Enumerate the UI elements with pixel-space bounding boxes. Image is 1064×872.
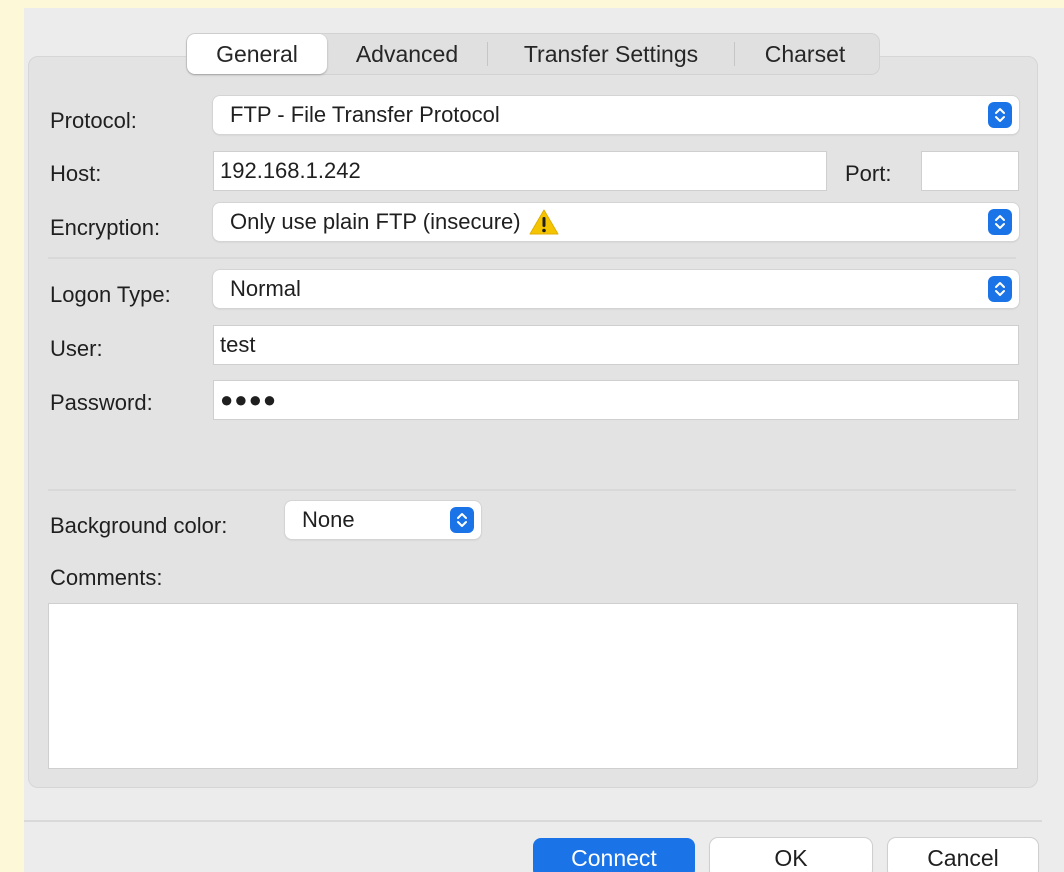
tab-bar: General Advanced Transfer Settings Chars… bbox=[186, 33, 880, 75]
cancel-button[interactable]: Cancel bbox=[888, 838, 1038, 872]
ok-button[interactable]: OK bbox=[710, 838, 872, 872]
tab-charset-label: Charset bbox=[764, 40, 846, 67]
tab-general-label: General bbox=[216, 40, 298, 67]
tab-general[interactable]: General bbox=[187, 34, 327, 74]
tab-transfer-settings-label: Transfer Settings bbox=[523, 40, 699, 67]
warning-triangle-icon bbox=[529, 209, 559, 235]
host-label: Host: bbox=[50, 161, 102, 186]
tab-advanced[interactable]: Advanced bbox=[327, 34, 487, 74]
tab-advanced-label: Advanced bbox=[355, 40, 459, 67]
encryption-select-value: Only use plain FTP (insecure) bbox=[230, 209, 521, 234]
logon-type-select-value: Normal bbox=[230, 276, 301, 301]
footer-divider bbox=[24, 820, 1042, 822]
user-label: User: bbox=[50, 336, 103, 361]
encryption-select[interactable]: Only use plain FTP (insecure) bbox=[213, 203, 1019, 241]
logon-type-label: Logon Type: bbox=[50, 282, 171, 307]
window-left-edge bbox=[0, 0, 24, 872]
connect-button[interactable]: Connect bbox=[533, 838, 695, 872]
comments-label: Comments: bbox=[50, 565, 163, 590]
protocol-select-value: FTP - File Transfer Protocol bbox=[230, 102, 500, 127]
tab-transfer-settings[interactable]: Transfer Settings bbox=[488, 34, 734, 74]
background-color-select-value: None bbox=[302, 507, 355, 532]
protocol-label: Protocol: bbox=[50, 108, 137, 133]
window-top-edge bbox=[0, 0, 1064, 8]
logon-type-select[interactable]: Normal bbox=[213, 270, 1019, 308]
host-input[interactable]: 192.168.1.242 bbox=[213, 151, 827, 191]
up-down-chevron-icon bbox=[988, 276, 1012, 302]
tab-charset[interactable]: Charset bbox=[735, 34, 875, 74]
up-down-chevron-icon bbox=[988, 209, 1012, 235]
encryption-select-content: Only use plain FTP (insecure) bbox=[230, 209, 988, 235]
background-color-label: Background color: bbox=[50, 513, 228, 538]
port-label: Port: bbox=[845, 161, 892, 186]
user-input[interactable]: test bbox=[213, 325, 1019, 365]
password-label: Password: bbox=[50, 390, 153, 415]
encryption-label: Encryption: bbox=[50, 215, 161, 240]
password-input[interactable]: ●●●● bbox=[213, 380, 1019, 420]
section-divider bbox=[48, 257, 1016, 259]
background-color-select[interactable]: None bbox=[285, 501, 481, 539]
up-down-chevron-icon bbox=[450, 507, 474, 533]
port-input[interactable] bbox=[921, 151, 1019, 191]
protocol-select[interactable]: FTP - File Transfer Protocol bbox=[213, 96, 1019, 134]
section-divider bbox=[48, 489, 1016, 491]
comments-textarea[interactable] bbox=[48, 603, 1018, 769]
up-down-chevron-icon bbox=[988, 102, 1012, 128]
